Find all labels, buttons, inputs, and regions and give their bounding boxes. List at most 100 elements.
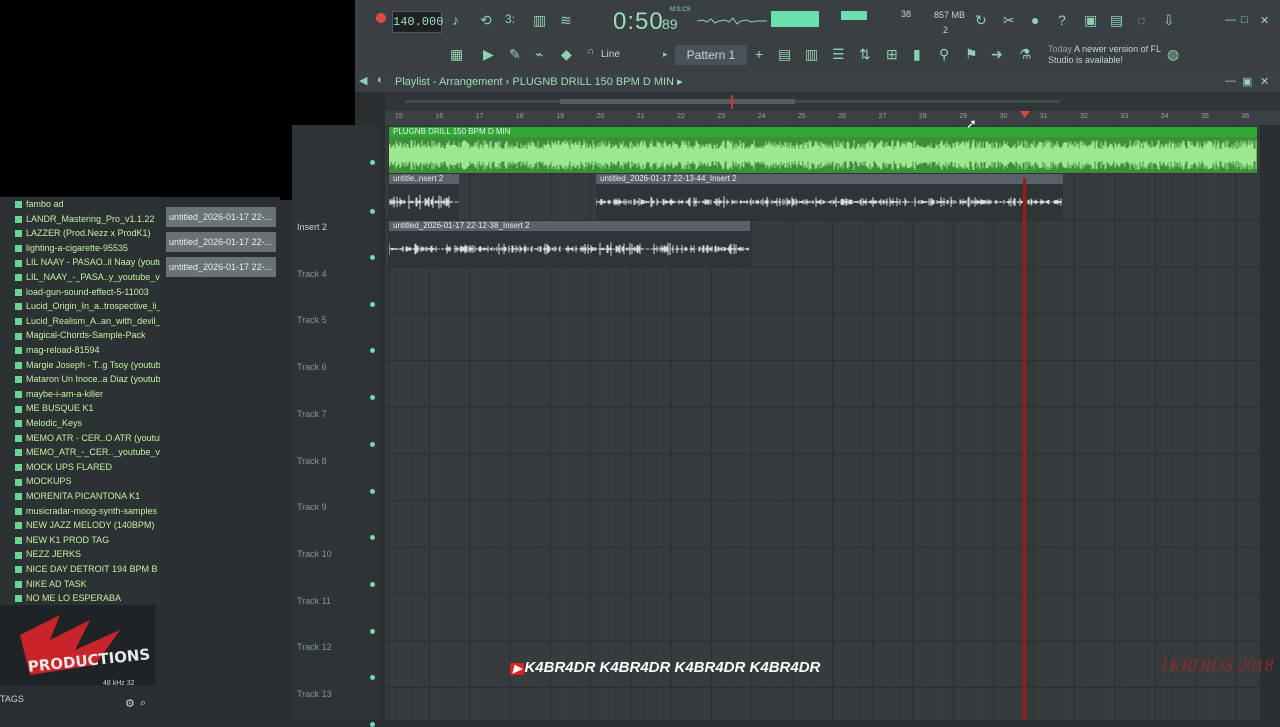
browser-item[interactable]: MEMO_ATR_-_CER.._youtube_vocal [0,445,160,460]
track-name[interactable]: Track 12 [297,642,332,652]
blend-notes-icon[interactable]: ≋ [560,12,572,29]
track-mute-led[interactable] [370,301,375,307]
record-button[interactable] [376,13,386,23]
browser-item[interactable]: Lucid_Origin_In_a..trospective_li_0 [0,299,160,314]
audio-clip-insert[interactable]: untitled_2026-01-17 22-12-38_Insert 2 [388,221,750,267]
tags-label[interactable]: TAGS [0,694,24,704]
browser-item[interactable]: musicradar-moog-synth-samples [0,504,160,519]
track-name[interactable]: Track 11 [297,596,331,606]
browser-item[interactable]: Margie Joseph - T..g Tsoy (youtube) [0,358,160,373]
audio-clip-main[interactable]: PLUGNB DRILL 150 BPM D MIN [388,127,1257,173]
track-mute-led[interactable] [370,209,375,214]
track-mute-led[interactable] [370,722,375,727]
track-mute-led[interactable] [370,488,375,494]
metronome-icon[interactable]: ♪ [452,12,459,28]
snap-selector[interactable]: Line [601,49,620,60]
browser-item[interactable]: NIKE AD TASK [0,577,160,592]
browser-file[interactable]: untitled_2026-01-17 22-... [166,257,276,277]
browser-item[interactable]: LIL NAAY - PASAO..ll Naay (youtube) [0,255,160,270]
plug-icon[interactable]: ⚲ [939,46,949,63]
browser-item[interactable]: Lucid_Realism_A..an_with_devil_1 [0,314,160,329]
tag-settings-icon[interactable]: ⚙ [125,697,135,710]
track-name[interactable]: Track 9 [297,502,327,512]
browser-item[interactable]: NICE DAY DETROIT 194 BPM B MIN [0,562,160,577]
channel-rack-icon[interactable]: ▥ [805,46,818,63]
track-name[interactable]: Insert 2 [297,222,327,232]
mixer-icon[interactable]: ☰ [832,46,845,63]
step-edit-icon[interactable]: ▥ [533,12,546,29]
draw-icon[interactable]: ✎ [509,46,521,63]
browser-item[interactable]: LANDR_Mastering_Pro_v1.1.22 [0,212,160,227]
browser-item[interactable]: maybe-i-am-a-killer [0,387,160,402]
browser-item[interactable]: Melodic_Keys [0,416,160,431]
track-name[interactable]: Track 6 [297,362,327,372]
browser-item[interactable]: fambo ad [0,197,160,212]
browser-item[interactable]: mag-reload-81594 [0,343,160,358]
countdown-icon[interactable]: 3: [505,12,515,26]
download-icon[interactable]: ⇩ [1163,12,1175,29]
playlist-icon[interactable]: ▤ [778,46,791,63]
mic-icon[interactable]: ● [1031,12,1039,28]
playlist-overview[interactable] [385,93,1280,111]
cart-icon[interactable]: ⚗ [1019,46,1032,63]
playlist-close-icon[interactable]: ✕ [1260,75,1269,88]
browser-item[interactable]: NEW K1 PROD TAG [0,533,160,548]
maximize-icon[interactable]: □ [1241,14,1248,26]
loop-record-icon[interactable]: ⟲ [480,12,492,29]
piano-roll-icon[interactable]: ▦ [450,46,463,63]
tempo-display[interactable]: 140.000 [392,11,443,33]
track-name[interactable]: Track 4 [297,269,327,279]
minimize-icon[interactable]: — [1225,14,1236,26]
help-icon[interactable]: ? [1058,12,1066,28]
track-mute-led[interactable] [370,160,375,165]
undo-icon[interactable]: ↻ [975,12,987,29]
magnet-icon[interactable]: ∩ [587,46,594,57]
cut-icon[interactable]: ✂ [1003,12,1015,29]
track-mute-led[interactable] [370,535,375,541]
track-mute-led[interactable] [370,628,375,634]
browser-item[interactable]: NEZZ JERKS [0,547,160,562]
audio-clip-insert[interactable]: untitled_2026-01-17 22-13-44_Insert 2 [595,174,1063,220]
browser-item[interactable]: load-gun-sound-effect-5-11003 [0,285,160,300]
pitch-icon[interactable]: ⚑ [965,46,978,63]
track-name[interactable]: Track 8 [297,456,327,466]
globe-icon[interactable]: ◍ [1167,46,1179,63]
browser-item[interactable]: MEMO ATR - CER..O ATR (youtube) [0,431,160,446]
track-mute-led[interactable] [370,348,375,354]
save-icon[interactable]: ▣ [1084,12,1097,29]
browser-item[interactable]: MOCKUPS [0,474,160,489]
horizontal-scrollbar[interactable] [560,99,795,104]
plugin-icon[interactable]: ⊞ [886,46,898,63]
browser-item[interactable]: LAZZER (Prod.Nezz x ProdK1) [0,226,160,241]
browser-item[interactable]: Magical-Chords-Sample-Pack [0,328,160,343]
browser-item[interactable]: MORENITA PICANTONA K1 [0,489,160,504]
pattern-selector[interactable]: Pattern 1 [675,45,747,65]
render-icon[interactable]: ▤ [1110,12,1123,29]
playhead-marker-icon[interactable] [1020,111,1030,118]
playlist-grid[interactable]: PLUGNB DRILL 150 BPM D MIN untitle..nser… [385,125,1260,720]
arrangement-dropdown-icon[interactable]: ▸ [677,76,683,88]
browser-item[interactable]: Mataron Un Inoce..a Diaz (youtube) [0,372,160,387]
browser-item[interactable]: ME BUSQUE K1 [0,401,160,416]
track-name[interactable]: Track 5 [297,315,327,325]
track-mute-led[interactable] [370,675,375,681]
browser-file[interactable]: untitled_2026-01-17 22-... [166,207,276,227]
playhead[interactable] [1023,178,1026,720]
track-name[interactable]: Track 7 [297,409,327,419]
track-mute-led[interactable] [370,441,375,447]
playlist-arrange-icon[interactable]: ◐ [377,74,384,86]
track-mute-led[interactable] [370,255,375,260]
browser-item[interactable]: lighting-a-cigarette-95535 [0,241,160,256]
close-icon[interactable]: ✕ [1260,14,1269,27]
timeline-ruler[interactable]: 15 16 17 18 19 20 21 22 23 24 25 26 27 28 29 30 31 32 33 34… [385,111,1280,125]
add-pattern-icon[interactable]: + [755,46,763,62]
track-name[interactable]: Track 13 [297,689,332,699]
browser-icon[interactable]: ⇅ [859,46,871,63]
browser-item[interactable]: MOCK UPS FLARED [0,460,160,475]
playlist-minimize-icon[interactable]: — [1225,75,1236,87]
browser-item[interactable]: NEW JAZZ MELODY (140BPM) [0,518,160,533]
browser-item[interactable]: NO ME LO ESPERABA [0,591,160,606]
browser-file[interactable]: untitled_2026-01-17 22-... [166,232,276,252]
pattern-arrow-icon[interactable]: ▸ [663,49,668,60]
track-name[interactable]: Track 10 [297,549,332,559]
